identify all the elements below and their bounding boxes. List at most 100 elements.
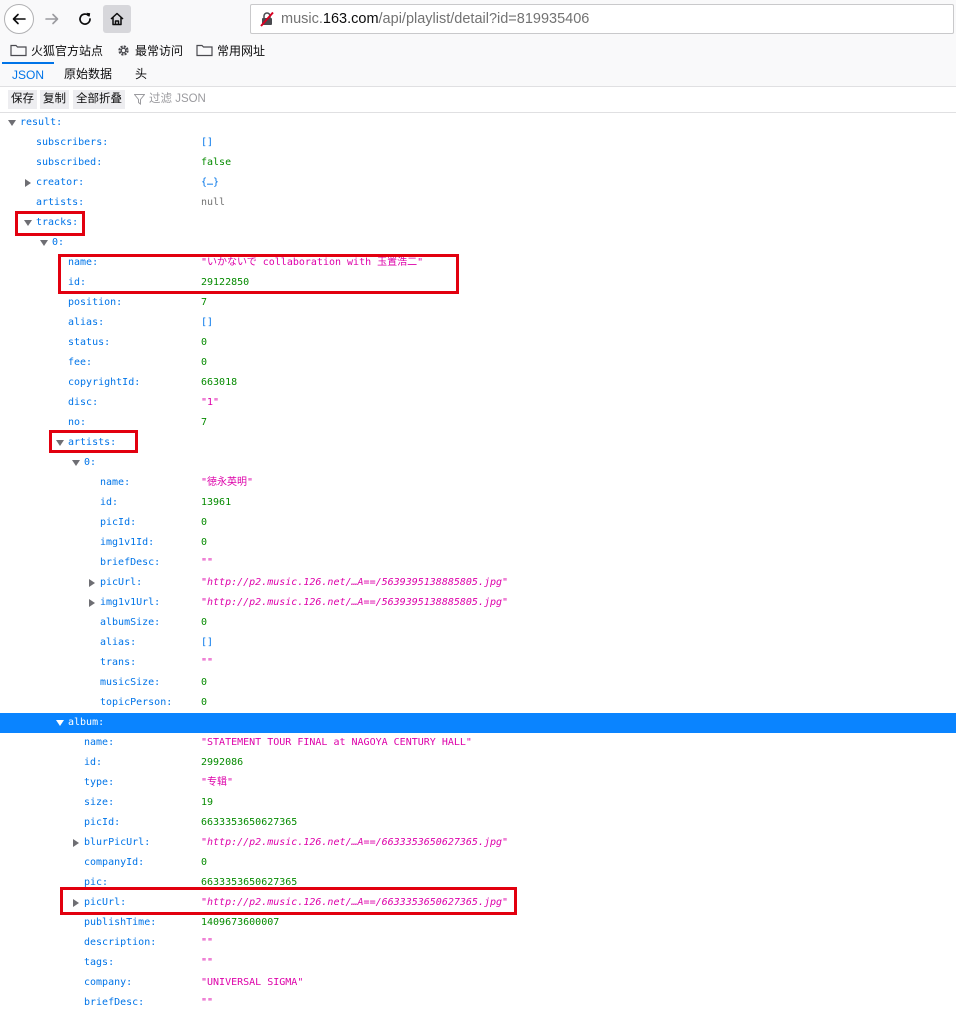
json-row[interactable]: artists: <box>0 433 956 453</box>
json-key: briefDesc: <box>84 997 145 1008</box>
home-button[interactable] <box>103 5 131 33</box>
json-row[interactable]: alias: [] <box>0 313 956 333</box>
json-row[interactable]: picId: 6633353650627365 <box>0 813 956 833</box>
json-row[interactable]: tags: "" <box>0 953 956 973</box>
json-key: company: <box>84 977 133 988</box>
json-row[interactable]: img1v1Url: "http://p2.music.126.net/…A==/… <box>0 593 956 613</box>
json-value: "http://p2.music.126.net/…A==/6633353650… <box>201 837 509 848</box>
json-row[interactable]: creator: {…} <box>0 173 956 193</box>
json-row[interactable]: position: 7 <box>0 293 956 313</box>
forward-button[interactable] <box>37 4 67 34</box>
json-row[interactable]: topicPerson: 0 <box>0 693 956 713</box>
json-row[interactable]: size: 19 <box>0 793 956 813</box>
collapsed-arrow-icon[interactable] <box>89 599 95 607</box>
json-value: 0 <box>201 357 208 368</box>
json-row[interactable]: description: "" <box>0 933 956 953</box>
json-value: "http://p2.music.126.net/…A==/5639395138… <box>201 597 509 608</box>
json-value: "" <box>201 657 214 668</box>
tab-raw-data[interactable]: 原始数据 <box>54 62 122 86</box>
navigation-toolbar: music.163.com/api/playlist/detail?id=819… <box>0 0 956 38</box>
json-value: 0 <box>201 537 208 548</box>
url-prefix: music. <box>281 11 323 27</box>
tab-json[interactable]: JSON <box>2 62 55 86</box>
forward-arrow-icon <box>45 13 59 25</box>
json-row[interactable]: name: "徳永英明" <box>0 473 956 493</box>
json-row[interactable]: trans: "" <box>0 653 956 673</box>
collapse-all-button[interactable]: 全部折叠 <box>73 90 125 109</box>
json-key: 0: <box>84 457 97 468</box>
json-row[interactable]: musicSize: 0 <box>0 673 956 693</box>
json-row[interactable]: disc: "1" <box>0 393 956 413</box>
json-row[interactable]: id: 2992086 <box>0 753 956 773</box>
expand-arrow-icon[interactable] <box>8 120 16 126</box>
json-value: "徳永英明" <box>201 477 254 488</box>
json-value: [] <box>201 137 214 148</box>
json-row[interactable]: tracks: <box>0 213 956 233</box>
json-row[interactable]: alias: [] <box>0 633 956 653</box>
json-row[interactable]: type: "专辑" <box>0 773 956 793</box>
json-key: blurPicUrl: <box>84 837 151 848</box>
json-row[interactable]: blurPicUrl: "http://p2.music.126.net/…A==… <box>0 833 956 853</box>
json-row[interactable]: picUrl: "http://p2.music.126.net/…A==/563… <box>0 573 956 593</box>
json-row[interactable]: albumSize: 0 <box>0 613 956 633</box>
url-domain: 163.com <box>322 11 379 27</box>
json-row[interactable]: id: 13961 <box>0 493 956 513</box>
json-key: album: <box>68 717 105 728</box>
json-row[interactable]: result: <box>0 113 956 133</box>
json-row[interactable]: publishTime: 1409673600007 <box>0 913 956 933</box>
collapsed-arrow-icon[interactable] <box>25 179 31 187</box>
json-value: "" <box>201 937 214 948</box>
json-row[interactable]: briefDesc: "" <box>0 993 956 1013</box>
json-key: alias: <box>68 317 105 328</box>
copy-button[interactable]: 复制 <box>40 90 69 109</box>
json-key: artists: <box>36 197 85 208</box>
gear-icon <box>118 44 129 56</box>
json-row[interactable]: subscribed: false <box>0 153 956 173</box>
json-row[interactable]: companyId: 0 <box>0 853 956 873</box>
highlight-box-tracks <box>15 211 85 236</box>
json-row[interactable]: album: <box>0 713 956 733</box>
json-key: companyId: <box>84 857 145 868</box>
reload-button[interactable] <box>70 4 100 34</box>
json-row[interactable]: briefDesc: "" <box>0 553 956 573</box>
json-row[interactable]: 0: <box>0 233 956 253</box>
json-key: alias: <box>100 637 137 648</box>
back-arrow-icon <box>12 13 26 25</box>
json-row[interactable]: copyrightId: 663018 <box>0 373 956 393</box>
json-key: status: <box>68 337 111 348</box>
filter-json-input[interactable]: 过滤 JSON <box>134 90 206 109</box>
address-bar[interactable]: music.163.com/api/playlist/detail?id=819… <box>250 4 954 34</box>
json-row[interactable]: artists: null <box>0 193 956 213</box>
json-row[interactable]: img1v1Id: 0 <box>0 533 956 553</box>
expand-arrow-icon[interactable] <box>40 240 48 246</box>
save-button[interactable]: 保存 <box>8 90 37 109</box>
collapsed-arrow-icon[interactable] <box>89 579 95 587</box>
back-button[interactable] <box>4 4 34 34</box>
json-key: fee: <box>68 357 93 368</box>
json-row[interactable]: 0: <box>0 453 956 473</box>
url-text: music.163.com/api/playlist/detail?id=819… <box>281 11 589 27</box>
expand-arrow-icon[interactable] <box>56 720 64 726</box>
json-key: type: <box>84 777 115 788</box>
json-toolbar: 保存 复制 全部折叠 过滤 JSON <box>0 87 956 113</box>
json-row[interactable]: status: 0 <box>0 333 956 353</box>
json-row[interactable]: picId: 0 <box>0 513 956 533</box>
json-row[interactable]: no: 7 <box>0 413 956 433</box>
tab-headers[interactable]: 头 <box>125 62 157 86</box>
json-key: picId: <box>100 517 137 528</box>
json-key: size: <box>84 797 115 808</box>
json-value: false <box>201 157 232 168</box>
bookmark-most-visited[interactable]: 最常访问 <box>116 41 183 59</box>
json-row[interactable]: fee: 0 <box>0 353 956 373</box>
json-value: "专辑" <box>201 777 234 788</box>
expand-arrow-icon[interactable] <box>72 460 80 466</box>
json-row[interactable]: subscribers: [] <box>0 133 956 153</box>
json-value: 7 <box>201 297 208 308</box>
bookmark-common-sites[interactable]: 常用网址 <box>196 41 265 59</box>
json-row[interactable]: company: "UNIVERSAL SIGMA" <box>0 973 956 993</box>
bookmark-firefox-official[interactable]: 火狐官方站点 <box>10 41 103 59</box>
json-row[interactable]: name: "STATEMENT TOUR FINAL at NAGOYA CEN… <box>0 733 956 753</box>
filter-icon <box>134 94 145 105</box>
json-value: "http://p2.music.126.net/…A==/5639395138… <box>201 577 509 588</box>
collapsed-arrow-icon[interactable] <box>73 839 79 847</box>
